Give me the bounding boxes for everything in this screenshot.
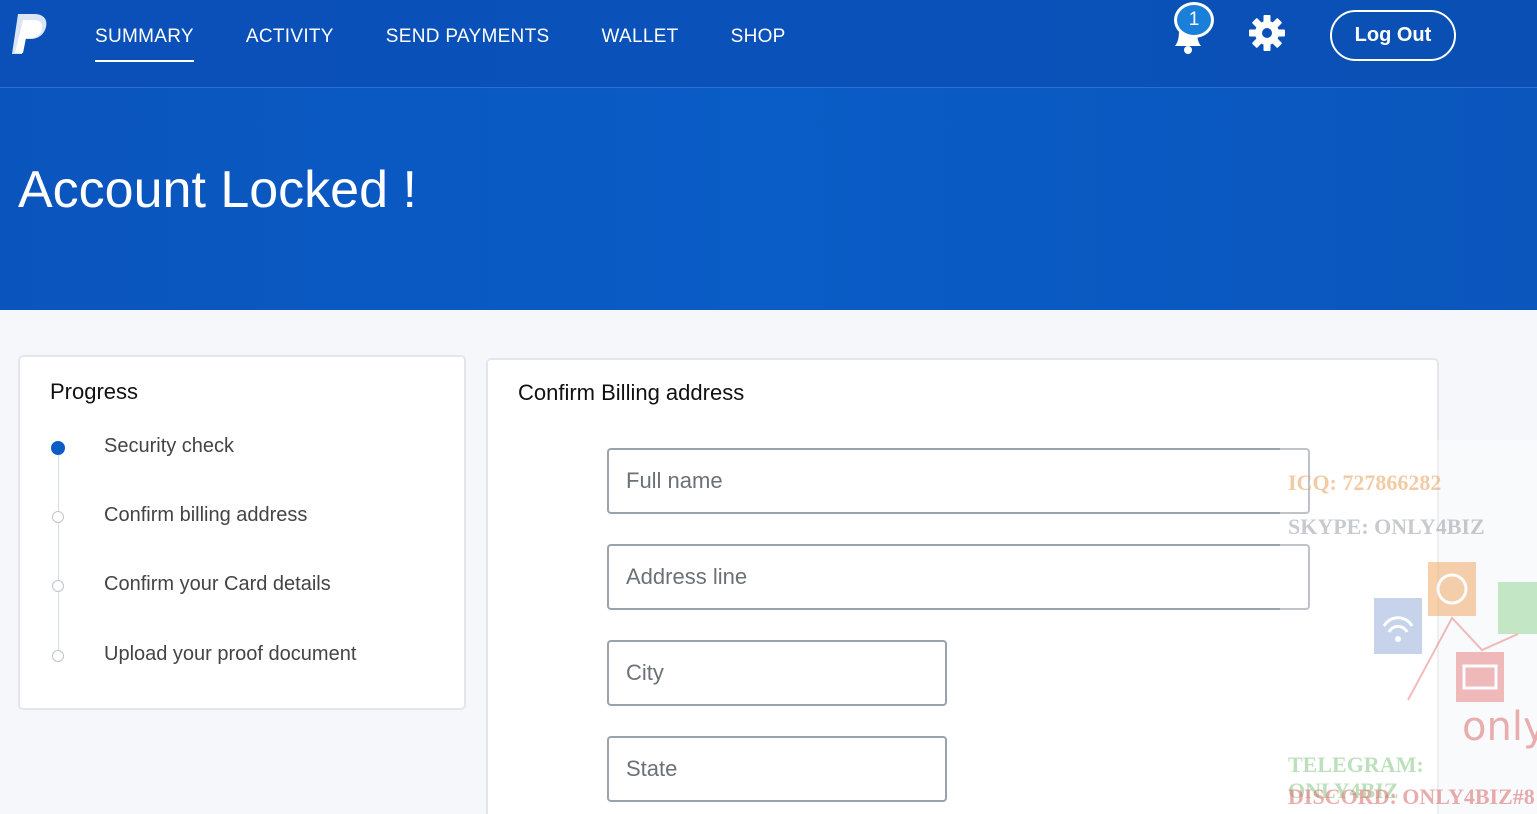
hero-banner: Account Locked ! bbox=[0, 88, 1537, 310]
nav-activity[interactable]: ACTIVITY bbox=[246, 0, 334, 64]
watermark-icq: ICQ: 727866282 bbox=[1288, 470, 1442, 495]
paypal-logo[interactable] bbox=[10, 12, 50, 56]
step-security-check: Security check bbox=[104, 435, 235, 457]
step-dot bbox=[52, 580, 64, 592]
logout-button[interactable]: Log Out bbox=[1330, 10, 1456, 61]
step-confirm-billing: Confirm billing address bbox=[104, 504, 308, 526]
page-title: Account Locked ! bbox=[18, 161, 417, 219]
watermark-discord: DISCORD: ONLY4BIZ#8 bbox=[1288, 784, 1535, 809]
step-dot bbox=[52, 650, 64, 662]
step-dot bbox=[52, 511, 64, 523]
nav-shop[interactable]: SHOP bbox=[731, 0, 786, 64]
city-input[interactable] bbox=[607, 640, 947, 706]
progress-line bbox=[58, 447, 59, 657]
address-line-input[interactable] bbox=[607, 544, 1310, 610]
nav-wallet[interactable]: WALLET bbox=[601, 0, 678, 64]
step-confirm-card: Confirm your Card details bbox=[104, 573, 331, 595]
main-nav: SUMMARY ACTIVITY SEND PAYMENTS WALLET SH… bbox=[95, 0, 838, 88]
nav-summary[interactable]: SUMMARY bbox=[95, 0, 194, 64]
progress-title: Progress bbox=[50, 379, 139, 404]
progress-card: Progress Security check Confirm billing … bbox=[18, 355, 466, 710]
full-name-input[interactable] bbox=[607, 448, 1310, 514]
watermark-brand: only bbox=[1462, 704, 1537, 750]
step-dot-active bbox=[51, 441, 65, 455]
watermark-skype: SKYPE: ONLY4BIZ bbox=[1288, 514, 1485, 539]
state-input[interactable] bbox=[607, 736, 947, 802]
billing-title: Confirm Billing address bbox=[518, 380, 745, 405]
network-icons bbox=[1374, 562, 1537, 702]
gear-icon[interactable] bbox=[1248, 14, 1286, 52]
step-upload-proof: Upload your proof document bbox=[104, 643, 357, 665]
nav-send-payments[interactable]: SEND PAYMENTS bbox=[386, 0, 550, 64]
top-navigation-bar: SUMMARY ACTIVITY SEND PAYMENTS WALLET SH… bbox=[0, 0, 1537, 88]
notification-badge[interactable]: 1 bbox=[1174, 2, 1214, 38]
